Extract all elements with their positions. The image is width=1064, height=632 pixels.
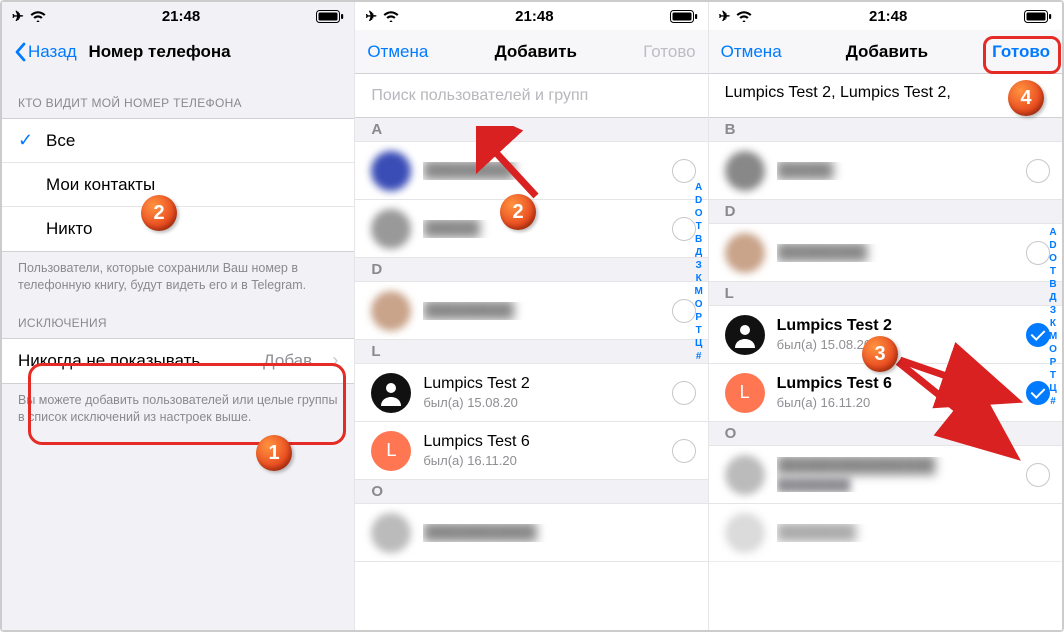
section-l: L [355, 340, 707, 364]
section-d: D [709, 200, 1062, 224]
contact-sub: был(а) 16.11.20 [777, 395, 1026, 410]
contact-row[interactable]: ████████ [355, 282, 707, 340]
nav-bar: Назад Номер телефона [2, 30, 354, 74]
contact-row[interactable]: ██████████ [355, 504, 707, 562]
avatar [725, 315, 765, 355]
contact-sub: был(а) 16.11.20 [423, 453, 671, 468]
status-time: 21:48 [515, 8, 553, 25]
battery-icon [1024, 10, 1052, 23]
person-icon [731, 321, 759, 349]
contact-name: Lumpics Test 2 [777, 317, 1026, 335]
index-bar[interactable]: ADOTВДЗКМОРТЦ# [692, 182, 706, 362]
contact-row-lumpics-6[interactable]: L Lumpics Test 6 был(а) 16.11.20 [355, 422, 707, 480]
select-radio[interactable] [1026, 463, 1050, 487]
avatar: L [371, 431, 411, 471]
section-l: L [709, 282, 1062, 306]
cell-value: Добав... [263, 351, 326, 371]
avatar: L [725, 373, 765, 413]
nav-bar: Отмена Добавить Готово [355, 30, 707, 74]
step-badge-1: 1 [256, 435, 292, 471]
cancel-button[interactable]: Отмена [721, 42, 782, 62]
select-radio[interactable] [672, 381, 696, 405]
select-radio[interactable] [672, 439, 696, 463]
cell-label: Никогда не показывать [18, 351, 263, 371]
step-badge-2: 2 [500, 194, 536, 230]
contact-row-lumpics-2[interactable]: Lumpics Test 2 был(а) 15.08.20 [355, 364, 707, 422]
never-show-cell[interactable]: Никогда не показывать Добав... › [2, 339, 354, 383]
done-button[interactable]: Готово [643, 42, 696, 62]
screen-add-exceptions-empty: ✈ 21:48 Отмена Добавить Готово Поиск пол… [355, 2, 708, 630]
contact-row[interactable]: ████████ [355, 142, 707, 200]
select-radio[interactable] [1026, 159, 1050, 183]
screen-phone-privacy: ✈ 21:48 Назад Номер телефона КТО ВИДИТ М… [2, 2, 355, 630]
chevron-right-icon: › [332, 350, 338, 371]
option-my-contacts[interactable]: Мои контакты [2, 163, 354, 207]
index-bar[interactable]: ADOTВДЗКМОРТЦ# [1046, 227, 1060, 407]
back-button[interactable]: Назад [14, 42, 77, 62]
nav-bar: Отмена Добавить Готово [709, 30, 1062, 74]
section-header-exceptions: ИСКЛЮЧЕНИЯ [2, 294, 354, 338]
chevron-left-icon [14, 42, 26, 62]
section-footer-who: Пользователи, которые сохранили Ваш номе… [2, 252, 354, 294]
who-sees-group: ✓ Все Мои контакты Никто [2, 118, 354, 252]
option-label: Никто [46, 219, 338, 239]
contact-name: Lumpics Test 6 [423, 433, 671, 451]
exceptions-group: Никогда не показывать Добав... › [2, 338, 354, 384]
person-icon [377, 379, 405, 407]
section-o: O [709, 422, 1062, 446]
section-header-who: КТО ВИДИТ МОЙ НОМЕР ТЕЛЕФОНА [2, 74, 354, 118]
contact-row[interactable]: ███████ [709, 504, 1062, 562]
option-label: Мои контакты [46, 175, 338, 195]
wifi-icon [30, 10, 46, 22]
status-bar: ✈ 21:48 [355, 2, 707, 30]
option-nobody[interactable]: Никто [2, 207, 354, 251]
section-footer-exceptions: Вы можете добавить пользователей или цел… [2, 384, 354, 426]
contact-sub: был(а) 15.08.20 [423, 395, 671, 410]
cancel-button[interactable]: Отмена [367, 42, 428, 62]
contact-name: Lumpics Test 6 [777, 375, 1026, 393]
status-bar: ✈ 21:48 [709, 2, 1062, 30]
nav-title: Добавить [495, 42, 577, 62]
contact-sub: был(а) 15.08.20 [777, 337, 1026, 352]
status-bar: ✈ 21:48 [2, 2, 354, 30]
contact-row-lumpics-6[interactable]: L Lumpics Test 6 был(а) 16.11.20 [709, 364, 1062, 422]
nav-title: Номер телефона [88, 42, 230, 62]
section-a: A [355, 118, 707, 142]
done-button[interactable]: Готово [992, 42, 1050, 62]
nav-title: Добавить [846, 42, 928, 62]
checkmark-icon: ✓ [18, 130, 46, 151]
contact-row[interactable]: █████ [709, 142, 1062, 200]
airplane-icon: ✈ [719, 8, 731, 25]
search-placeholder: Поиск пользователей и групп [371, 87, 588, 105]
airplane-icon: ✈ [365, 8, 377, 25]
contact-name: Lumpics Test 2 [423, 375, 671, 393]
status-time: 21:48 [869, 8, 907, 25]
status-time: 21:48 [162, 8, 200, 25]
section-b: B [709, 118, 1062, 142]
avatar [371, 373, 411, 413]
contact-row[interactable]: ████████ [709, 224, 1062, 282]
selected-tokens: Lumpics Test 2, Lumpics Test 2, [725, 84, 951, 101]
section-o: O [355, 480, 707, 504]
airplane-icon: ✈ [12, 8, 24, 25]
option-label: Все [46, 131, 338, 151]
wifi-icon [736, 10, 752, 22]
battery-icon [316, 10, 344, 23]
select-radio[interactable] [672, 159, 696, 183]
step-badge-3: 3 [862, 336, 898, 372]
step-badge-4: 4 [1008, 80, 1044, 116]
battery-icon [670, 10, 698, 23]
search-input[interactable]: Поиск пользователей и групп [355, 74, 707, 118]
contact-row[interactable]: ██████████████████████ [709, 446, 1062, 504]
wifi-icon [383, 10, 399, 22]
section-d: D [355, 258, 707, 282]
option-all[interactable]: ✓ Все [2, 119, 354, 163]
back-label: Назад [28, 42, 77, 62]
